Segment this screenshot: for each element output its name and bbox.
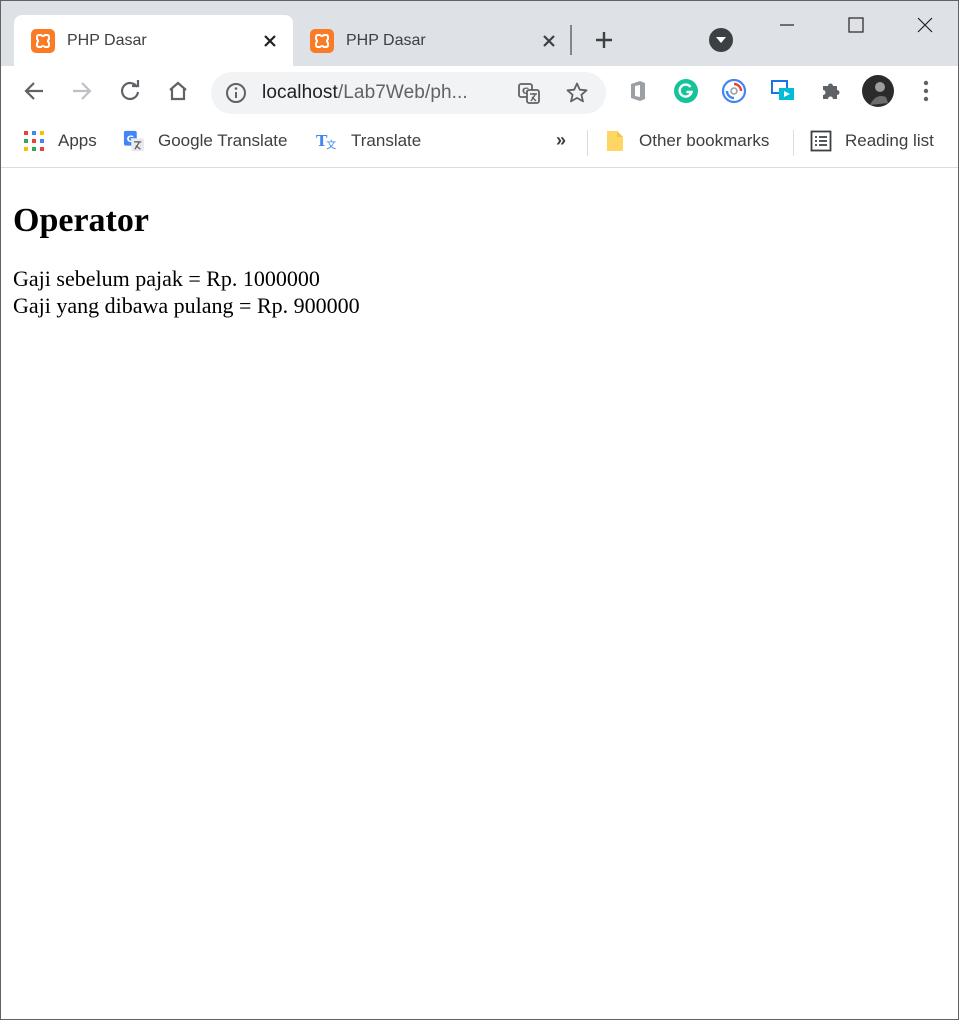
navigation-toolbar: localhost/Lab7Web/ph... G: [1, 66, 958, 118]
reading-list-button[interactable]: Reading list: [810, 128, 934, 154]
site-info-icon[interactable]: [225, 82, 247, 104]
take-home-salary-text: Gaji yang dibawa pulang = Rp. 900000: [13, 293, 360, 318]
maximize-icon[interactable]: [833, 5, 879, 45]
bookmark-label: Apps: [58, 131, 97, 150]
bookmark-label: Translate: [351, 131, 422, 150]
bookmark-star-icon[interactable]: [565, 81, 589, 105]
new-tab-icon[interactable]: [590, 26, 618, 54]
page-heading: Operator: [13, 202, 149, 239]
google-translate-icon: G: [123, 130, 145, 152]
tab-strip: PHP Dasar PHP Dasar: [1, 1, 958, 66]
address-bar[interactable]: localhost/Lab7Web/ph... G: [211, 72, 606, 114]
tab-separator: [570, 25, 572, 55]
bookmarks-divider: [587, 130, 588, 156]
close-tab-icon[interactable]: [538, 30, 560, 52]
menu-kebab-icon[interactable]: [909, 74, 943, 108]
profile-avatar[interactable]: [861, 74, 895, 108]
office-extension-icon[interactable]: [621, 74, 655, 108]
xampp-favicon-icon: [310, 28, 334, 53]
browser-window: PHP Dasar PHP Dasar localhost/Lab7Web/ph…: [0, 0, 959, 1020]
salary-before-tax-text: Gaji sebelum pajak = Rp. 1000000: [13, 266, 320, 291]
grammarly-extension-icon[interactable]: [669, 74, 703, 108]
page-content: Operator Gaji sebelum pajak = Rp. 100000…: [1, 169, 958, 1019]
tab-php-dasar-active[interactable]: PHP Dasar: [14, 15, 293, 66]
bookmark-apps[interactable]: Apps: [23, 128, 97, 154]
url-text[interactable]: localhost/Lab7Web/ph...: [262, 82, 468, 104]
svg-text:文: 文: [326, 139, 336, 152]
translate-page-icon[interactable]: G: [517, 81, 541, 105]
bookmark-google-translate[interactable]: G Google Translate: [123, 128, 287, 154]
tab-title: PHP Dasar: [346, 31, 426, 49]
bookmarks-bar: Apps G Google Translate T文 Translate » O…: [1, 118, 958, 168]
screen-share-extension-icon[interactable]: [766, 74, 800, 108]
back-arrow-icon[interactable]: [17, 74, 51, 108]
tab-php-dasar[interactable]: PHP Dasar: [293, 15, 572, 66]
reading-list-icon: [810, 130, 832, 152]
tab-search-icon[interactable]: [709, 28, 733, 52]
bookmarks-overflow-chevron[interactable]: »: [556, 130, 566, 151]
tab-title: PHP Dasar: [67, 31, 147, 49]
translate-icon: T文: [316, 130, 338, 152]
forward-arrow-icon[interactable]: [65, 74, 99, 108]
extensions-puzzle-icon[interactable]: [814, 74, 848, 108]
minimize-icon[interactable]: [764, 5, 810, 45]
close-window-icon[interactable]: [902, 5, 948, 45]
reload-icon[interactable]: [113, 74, 147, 108]
sync-extension-icon[interactable]: [717, 74, 751, 108]
url-host: localhost: [262, 82, 338, 103]
url-path: /Lab7Web/ph...: [337, 82, 468, 103]
bookmarks-divider: [793, 130, 794, 156]
home-icon[interactable]: [161, 74, 195, 108]
folder-icon: [604, 130, 626, 152]
bookmark-translate[interactable]: T文 Translate: [316, 128, 421, 154]
apps-grid-icon: [23, 130, 45, 152]
bookmark-other-bookmarks[interactable]: Other bookmarks: [604, 128, 769, 154]
bookmark-label: Google Translate: [158, 131, 288, 150]
xampp-favicon-icon: [31, 28, 55, 53]
bookmark-label: Other bookmarks: [639, 131, 770, 150]
bookmark-label: Reading list: [845, 131, 934, 150]
close-tab-icon[interactable]: [259, 30, 281, 52]
